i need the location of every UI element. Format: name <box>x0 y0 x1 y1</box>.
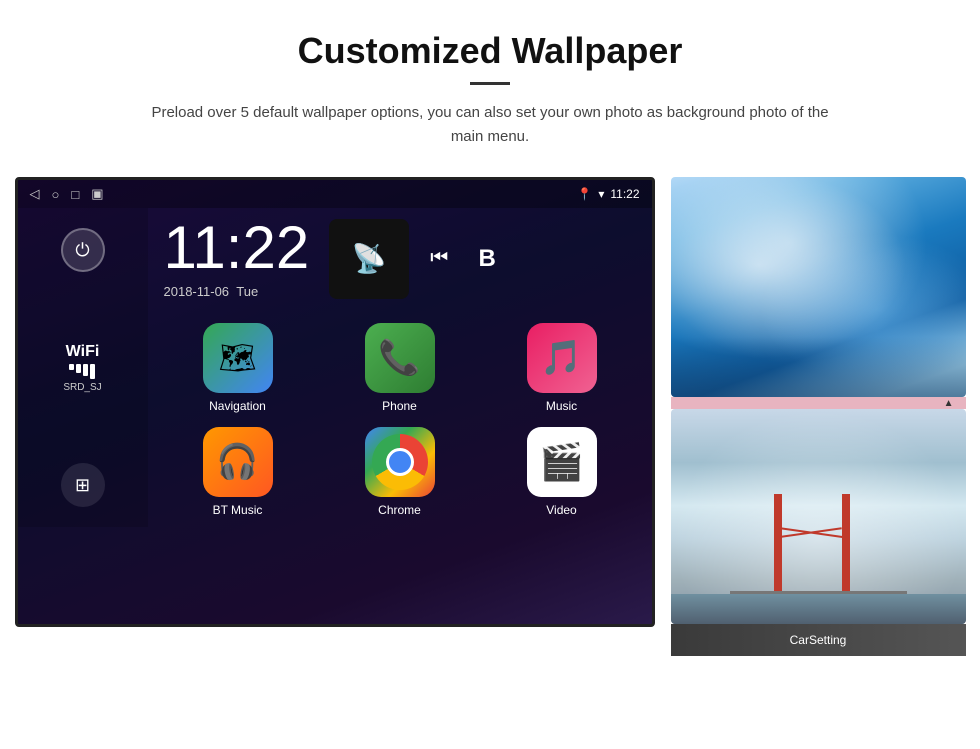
clock-date: 2018-11-06 Tue <box>164 284 310 299</box>
radio-icon: 📡 <box>352 242 387 275</box>
wifi-signal-icon: ▾ <box>598 187 604 201</box>
app-phone-label: Phone <box>382 399 417 413</box>
wifi-ssid: SRD_SJ <box>63 382 101 393</box>
nav-back-icon[interactable]: ◁ <box>30 186 40 202</box>
wifi-bar-3 <box>83 364 88 376</box>
media-prev-button[interactable]: ⏮ <box>421 241 457 277</box>
nav-screenshot-icon[interactable]: ▣ <box>91 186 103 202</box>
bt-music-app-icon: 🎧 <box>216 442 258 482</box>
radio-widget[interactable]: 📡 <box>329 219 409 299</box>
wifi-label: WiFi <box>63 343 101 361</box>
wallpaper-thumbnails: ▲ CarSetting <box>671 177 966 656</box>
page-title: Customized Wallpaper <box>298 30 683 72</box>
car-setting-bar[interactable]: CarSetting <box>671 624 966 656</box>
chrome-app-icon <box>372 434 428 490</box>
page-subtitle: Preload over 5 default wallpaper options… <box>140 101 840 149</box>
android-sidebar: ⏻ WiFi SRD_SJ ⊞ <box>18 208 148 527</box>
car-setting-label: CarSetting <box>790 633 847 647</box>
music-app-icon: 🎵 <box>540 338 582 378</box>
app-bt-music-label: BT Music <box>213 503 263 517</box>
location-icon: 📍 <box>577 187 592 201</box>
apps-grid-icon: ⊞ <box>75 475 90 496</box>
app-phone[interactable]: 📞 Phone <box>326 323 474 413</box>
app-video-label: Video <box>546 503 576 517</box>
app-chrome-label: Chrome <box>378 503 421 517</box>
apps-grid-button[interactable]: ⊞ <box>61 463 105 507</box>
media-label: B <box>469 241 505 277</box>
nav-home-icon[interactable]: ○ <box>52 187 60 202</box>
wifi-block: WiFi SRD_SJ <box>63 343 101 393</box>
apps-grid: 🗺 Navigation 📞 Phone 🎵 <box>164 323 636 517</box>
wifi-bar-1 <box>69 364 74 370</box>
app-navigation[interactable]: 🗺 Navigation <box>164 323 312 413</box>
status-time: 11:22 <box>610 187 639 201</box>
clock-time: 11:22 <box>164 218 310 278</box>
app-chrome[interactable]: Chrome <box>326 427 474 517</box>
nav-recents-icon[interactable]: □ <box>71 187 79 202</box>
app-music[interactable]: 🎵 Music <box>488 323 636 413</box>
video-app-icon: 🎬 <box>539 441 584 483</box>
app-bt-music[interactable]: 🎧 BT Music <box>164 427 312 517</box>
wifi-bar-2 <box>76 364 81 373</box>
nav-app-icon: 🗺 <box>218 341 256 376</box>
app-navigation-label: Navigation <box>209 399 266 413</box>
wallpaper-mid-stripe: ▲ <box>671 397 966 409</box>
phone-app-icon: 📞 <box>378 338 420 378</box>
power-icon: ⏻ <box>75 240 89 261</box>
power-button[interactable]: ⏻ <box>61 228 105 272</box>
android-screen: ◁ ○ □ ▣ 📍 ▾ 11:22 ⏻ WiFi <box>15 177 655 627</box>
wifi-bar-4 <box>90 364 95 379</box>
app-music-label: Music <box>546 399 577 413</box>
wallpaper-ice[interactable] <box>671 177 966 397</box>
app-video[interactable]: 🎬 Video <box>488 427 636 517</box>
status-bar: ◁ ○ □ ▣ 📍 ▾ 11:22 <box>18 180 652 208</box>
title-divider <box>470 82 510 85</box>
wallpaper-bridge[interactable] <box>671 409 966 624</box>
android-center: 11:22 2018-11-06 Tue 📡 ⏮ B <box>148 208 652 527</box>
